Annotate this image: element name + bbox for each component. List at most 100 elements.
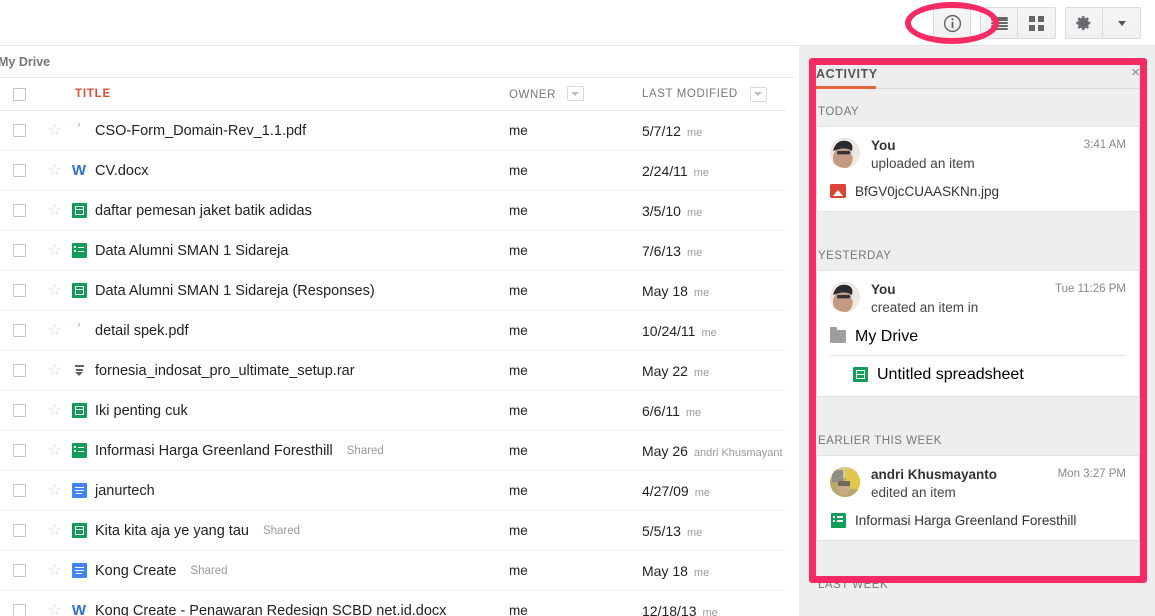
document-icon	[71, 483, 87, 499]
row-title-cell[interactable]: W CV.docx	[71, 163, 509, 179]
table-row[interactable]: ☆ Data Alumni SMAN 1 Sidareja me 7/6/13 me	[0, 231, 795, 271]
star-icon[interactable]: ☆	[47, 362, 61, 379]
file-name[interactable]: CV.docx	[95, 163, 148, 179]
file-name[interactable]: fornesia_indosat_pro_ultimate_setup.rar	[95, 363, 355, 379]
image-icon	[830, 183, 846, 199]
row-title-cell[interactable]: ʾ detail spek.pdf	[71, 323, 509, 339]
select-all-checkbox[interactable]	[12, 87, 26, 101]
form-icon	[830, 512, 846, 528]
activity-item[interactable]: BfGV0jcCUAASKNn.jpg	[830, 183, 1126, 199]
row-title-cell[interactable]: Kita kita aja ye yang tau Shared	[71, 523, 509, 539]
modified-sort-button[interactable]	[749, 86, 767, 102]
activity-card[interactable]: You created an item in Tue 11:26 PM My Driv…	[816, 270, 1140, 397]
row-checkbox[interactable]	[12, 204, 26, 217]
star-icon[interactable]: ☆	[47, 202, 61, 219]
row-title-cell[interactable]: janurtech	[71, 483, 509, 499]
details-info-button[interactable]	[933, 7, 971, 39]
activity-item-name[interactable]: Informasi Harga Greenland Foresthill	[855, 513, 1076, 528]
star-icon[interactable]: ☆	[47, 122, 61, 139]
column-header-title[interactable]: TITLE	[71, 88, 111, 100]
settings-caret-button[interactable]	[1103, 7, 1141, 39]
activity-item-name[interactable]: Untitled spreadsheet	[877, 366, 1024, 384]
table-row[interactable]: ☆ Kong Create Shared me May 18 me	[0, 551, 795, 591]
row-title-cell[interactable]: Informasi Harga Greenland Foresthill Shar…	[71, 443, 509, 459]
row-checkbox[interactable]	[12, 244, 26, 257]
owner-sort-button[interactable]	[566, 86, 584, 102]
table-row[interactable]: ☆ janurtech me 4/27/09 me	[0, 471, 795, 511]
file-name[interactable]: Iki penting cuk	[95, 403, 188, 419]
column-header-owner[interactable]: OWNER	[509, 89, 556, 101]
star-icon[interactable]: ☆	[47, 482, 61, 499]
file-name[interactable]: Informasi Harga Greenland Foresthill	[95, 443, 333, 459]
activity-item[interactable]: Untitled spreadsheet	[830, 366, 1126, 384]
row-modified-cell: 5/5/13 me	[642, 523, 795, 539]
star-icon[interactable]: ☆	[47, 242, 61, 259]
row-checkbox[interactable]	[12, 284, 26, 297]
file-name[interactable]: janurtech	[95, 483, 155, 499]
star-icon[interactable]: ☆	[47, 322, 61, 339]
star-icon[interactable]: ☆	[47, 162, 61, 179]
activity-tab[interactable]: ACTIVITY	[816, 64, 878, 81]
row-title-cell[interactable]: Data Alumni SMAN 1 Sidareja (Responses)	[71, 283, 509, 299]
row-title-cell[interactable]: Data Alumni SMAN 1 Sidareja	[71, 243, 509, 259]
row-checkbox[interactable]	[12, 164, 26, 177]
activity-item[interactable]: Informasi Harga Greenland Foresthill	[830, 512, 1126, 528]
table-row[interactable]: ☆ Informasi Harga Greenland Foresthill Sha…	[0, 431, 795, 471]
column-header-modified[interactable]: LAST MODIFIED	[642, 88, 738, 100]
table-row[interactable]: ☆ fornesia_indosat_pro_ultimate_setup.rar…	[0, 351, 795, 391]
file-name[interactable]: CSO-Form_Domain-Rev_1.1.pdf	[95, 123, 306, 139]
star-icon[interactable]: ☆	[47, 602, 61, 616]
file-name[interactable]: detail spek.pdf	[95, 323, 189, 339]
activity-card-header: You created an item in Tue 11:26 PM	[830, 282, 1126, 316]
row-checkbox[interactable]	[12, 404, 26, 417]
grid-view-button[interactable]	[1018, 7, 1056, 39]
table-row[interactable]: ☆ ʾ CSO-Form_Domain-Rev_1.1.pdf me 5/7/12 me	[0, 111, 795, 151]
row-checkbox[interactable]	[12, 124, 26, 137]
breadcrumb-current[interactable]: My Drive	[0, 55, 50, 69]
file-list-scrollbar-track[interactable]	[786, 78, 799, 616]
close-icon[interactable]: ×	[1131, 64, 1140, 80]
file-name[interactable]: daftar pemesan jaket batik adidas	[95, 203, 312, 219]
star-icon[interactable]: ☆	[47, 522, 61, 539]
activity-card[interactable]: You uploaded an item 3:41 AM BfGV0jcCUAASKN…	[816, 126, 1140, 213]
row-title-cell[interactable]: daftar pemesan jaket batik adidas	[71, 203, 509, 219]
table-row[interactable]: ☆ W CV.docx me 2/24/11 me	[0, 151, 795, 191]
breadcrumb: My Drive	[0, 46, 795, 78]
row-title-cell[interactable]: fornesia_indosat_pro_ultimate_setup.rar	[71, 363, 509, 379]
star-icon[interactable]: ☆	[47, 442, 61, 459]
row-checkbox[interactable]	[12, 604, 26, 616]
owner-value: me	[509, 602, 528, 616]
row-title-cell[interactable]: Kong Create Shared	[71, 563, 509, 579]
table-row[interactable]: ☆ daftar pemesan jaket batik adidas me 3/5/…	[0, 191, 795, 231]
file-name[interactable]: Kita kita aja ye yang tau	[95, 523, 249, 539]
activity-card[interactable]: andri Khusmayanto edited an item Mon 3:27 …	[816, 454, 1140, 542]
table-row[interactable]: ☆ Iki penting cuk me 6/6/11 me	[0, 391, 795, 431]
table-row[interactable]: ☆ Kita kita aja ye yang tau Shared me 5/5/13…	[0, 511, 795, 551]
table-row[interactable]: ☆ Data Alumni SMAN 1 Sidareja (Responses)…	[0, 271, 795, 311]
row-checkbox[interactable]	[12, 524, 26, 537]
row-title-cell[interactable]: W Kong Create - Penawaran Redesign SCBD n…	[71, 603, 509, 616]
file-name[interactable]: Kong Create	[95, 563, 176, 579]
activity-folder-name[interactable]: My Drive	[855, 328, 918, 346]
row-modified-cell: May 22 me	[642, 363, 795, 379]
star-icon[interactable]: ☆	[47, 562, 61, 579]
row-checkbox[interactable]	[12, 484, 26, 497]
row-title-cell[interactable]: Iki penting cuk	[71, 403, 509, 419]
file-name[interactable]: Kong Create - Penawaran Redesign SCBD ne…	[95, 603, 446, 616]
row-title-cell[interactable]: ʾ CSO-Form_Domain-Rev_1.1.pdf	[71, 123, 509, 139]
activity-item-name[interactable]: BfGV0jcCUAASKNn.jpg	[855, 184, 999, 199]
row-checkbox[interactable]	[12, 564, 26, 577]
table-row[interactable]: ☆ W Kong Create - Penawaran Redesign SCBD …	[0, 591, 795, 616]
star-icon[interactable]: ☆	[47, 402, 61, 419]
file-name[interactable]: Data Alumni SMAN 1 Sidareja	[95, 243, 288, 259]
settings-button[interactable]	[1065, 7, 1103, 39]
row-checkbox[interactable]	[12, 324, 26, 337]
file-name[interactable]: Data Alumni SMAN 1 Sidareja (Responses)	[95, 283, 375, 299]
modified-by: me	[694, 486, 710, 499]
table-row[interactable]: ☆ ʾ detail spek.pdf me 10/24/11 me	[0, 311, 795, 351]
row-checkbox[interactable]	[12, 444, 26, 457]
row-checkbox[interactable]	[12, 364, 26, 377]
star-icon[interactable]: ☆	[47, 282, 61, 299]
list-view-button[interactable]	[980, 7, 1018, 39]
activity-folder-line[interactable]: My Drive	[830, 327, 1126, 346]
